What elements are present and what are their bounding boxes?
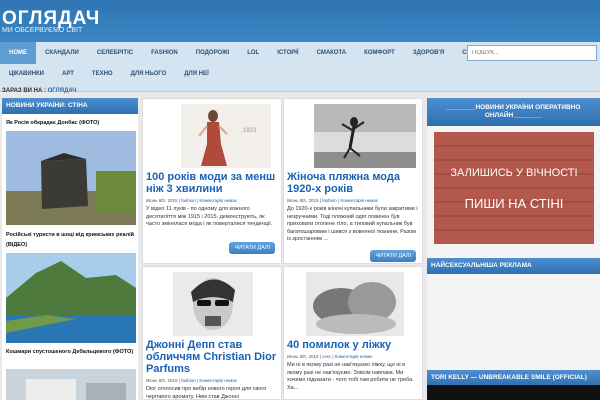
post-image-year: 1923 (243, 128, 257, 134)
post-meta: Июнь 6th, 2015 | fashion | Коментарів не… (146, 378, 238, 383)
nav-item-celebrities[interactable]: СЕЛЕБРІТІС (88, 42, 142, 64)
nav-row-2: ЦІКАВИНКИ АРТ ТЕХНО ДЛЯ НЬОГО ДЛЯ НЕЇ (0, 63, 218, 85)
nav-item-techno[interactable]: ТЕХНО (83, 63, 122, 85)
post-date: Июнь 6th, 2015 (287, 354, 319, 359)
post-meta: Июнь 6th, 2015 | секс | Коментарів немає (287, 354, 373, 359)
post-title[interactable]: 40 помилок у ліжку (287, 339, 421, 351)
breadcrumb: ЗАРАЗ ВИ НА : ОГЛЯДАЧ (2, 88, 76, 94)
search-input[interactable] (467, 45, 597, 61)
nav-item-home[interactable]: HOME (0, 42, 36, 64)
post-excerpt: У відео 11 луків - по одному для кожного… (146, 206, 273, 227)
post-comments[interactable]: Коментарів немає (335, 354, 373, 359)
sidebar-post-image[interactable] (6, 253, 136, 343)
nav-item-scandals[interactable]: СКАНДАЛИ (36, 42, 88, 64)
post-title[interactable]: Жіноча пляжна мода 1920-х років (287, 171, 421, 195)
post-category[interactable]: fashion (181, 378, 196, 383)
post-image[interactable] (314, 104, 416, 168)
read-more-button[interactable]: ЧИТАТИ ДАЛІ (370, 250, 416, 262)
read-more-button[interactable]: ЧИТАТИ ДАЛІ (229, 242, 275, 254)
nav-item-lol[interactable]: LOL (238, 42, 268, 64)
breadcrumb-label: ЗАРАЗ ВИ НА : (2, 88, 46, 94)
nav-item-art[interactable]: АРТ (53, 63, 83, 85)
sidebar-post-image[interactable] (6, 131, 136, 225)
nav-item-fashion[interactable]: FASHION (142, 42, 187, 64)
breadcrumb-current[interactable]: ОГЛЯДАЧ (48, 88, 77, 94)
post-category[interactable]: fashion (181, 198, 196, 203)
nav-item-food[interactable]: СМАКОТА (308, 42, 356, 64)
nav-item-stories[interactable]: ІСТОРІЇ (268, 42, 307, 64)
post-card: Жіноча пляжна мода 1920-х років Июнь 6th… (283, 98, 423, 264)
sidebar-post-link[interactable]: Російські туристи в шоці від кримських р… (6, 230, 136, 250)
nav-item-travel[interactable]: ПОДОРОЖІ (187, 42, 238, 64)
post-card: 1923 100 років моди за менш ніж 3 хвилин… (142, 98, 282, 264)
post-date: Июнь 6th, 2015 (146, 378, 178, 383)
post-meta: Июнь 6th, 2015 | fashion | Коментарів не… (287, 198, 379, 203)
post-excerpt: Dior оголосив про вибір нового героя для… (146, 386, 267, 400)
post-title[interactable]: Джонні Депп став обличчям Christian Dior… (146, 339, 280, 375)
left-sidebar: НОВИНИ УКРАЇНИ: СТІНА Як Росія обкрадає … (2, 98, 138, 400)
post-date: Июнь 6th, 2015 (287, 198, 319, 203)
wall-text-2: ПИШИ НА СТІНІ (465, 196, 564, 211)
post-comments[interactable]: Коментарів немає (340, 198, 378, 203)
post-card: Джонні Депп став обличчям Christian Dior… (142, 266, 282, 400)
right-widget-title-video: TORI KELLY — UNBREAKABLE SMILE (OFFICIAL… (427, 370, 600, 386)
site-header: ОГЛЯДАЧ МИ ОБСЕРВУЄМО СВІТ (0, 0, 600, 42)
post-category[interactable]: секс (322, 354, 331, 359)
site-description: МИ ОБСЕРВУЄМО СВІТ (2, 27, 83, 34)
sidebar-post-link[interactable]: Як Росія обкрадає Донбас (ФОТО) (6, 118, 136, 128)
sidebar-post-image[interactable] (6, 369, 136, 400)
left-widget-title: НОВИНИ УКРАЇНИ: СТІНА (2, 98, 138, 114)
post-excerpt: Ми ні в якому разі не нав'язуємо ліжку, … (287, 362, 414, 391)
nav-item-for-him[interactable]: ДЛЯ НЬОГО (122, 63, 176, 85)
post-comments[interactable]: Коментарів немає (199, 198, 237, 203)
nav-item-curiosities[interactable]: ЦІКАВИНКИ (0, 63, 53, 85)
sidebar-post-link[interactable]: Кошмари спустошеного Дебальцевого (ФОТО) (6, 347, 136, 357)
nav-item-for-her[interactable]: ДЛЯ НЕЇ (175, 63, 217, 85)
nav-item-comfort[interactable]: КОМФОРТ (355, 42, 404, 64)
nav-item-health[interactable]: ЗДОРОВ'Я (404, 42, 453, 64)
wall-banner[interactable]: ЗАЛИШИСЬ У ВІЧНОСТІ ПИШИ НА СТІНІ (434, 132, 594, 244)
right-widget-title-ads: НАЙСЕКСУАЛЬНІША РЕКЛАМА (427, 258, 600, 274)
right-sidebar: ________НОВИНИ УКРАЇНИ ОПЕРАТИВНО ОНЛАЙН… (427, 98, 600, 400)
post-image[interactable]: 1923 (181, 104, 271, 168)
post-image[interactable] (306, 272, 404, 336)
wall-text-1: ЗАЛИШИСЬ У ВІЧНОСТІ (450, 167, 577, 179)
post-card: 40 помилок у ліжку Июнь 6th, 2015 | секс… (283, 266, 423, 400)
video-player[interactable] (427, 385, 600, 400)
post-comments[interactable]: Коментарів немає (199, 378, 237, 383)
post-date: Июнь 6th, 2015 (146, 198, 178, 203)
post-category[interactable]: fashion (322, 198, 337, 203)
post-image[interactable] (173, 272, 253, 336)
right-widget-title-news: ________НОВИНИ УКРАЇНИ ОПЕРАТИВНО ОНЛАЙН… (427, 98, 600, 126)
nav-row-1: HOME СКАНДАЛИ СЕЛЕБРІТІС FASHION ПОДОРОЖ… (0, 42, 487, 64)
post-title[interactable]: 100 років моди за менш ніж 3 хвилини (146, 171, 280, 195)
post-meta: Июнь 6th, 2015 | fashion | Коментарів не… (146, 198, 238, 203)
post-excerpt: До 1920-х років жіночі купальники були з… (287, 206, 418, 242)
